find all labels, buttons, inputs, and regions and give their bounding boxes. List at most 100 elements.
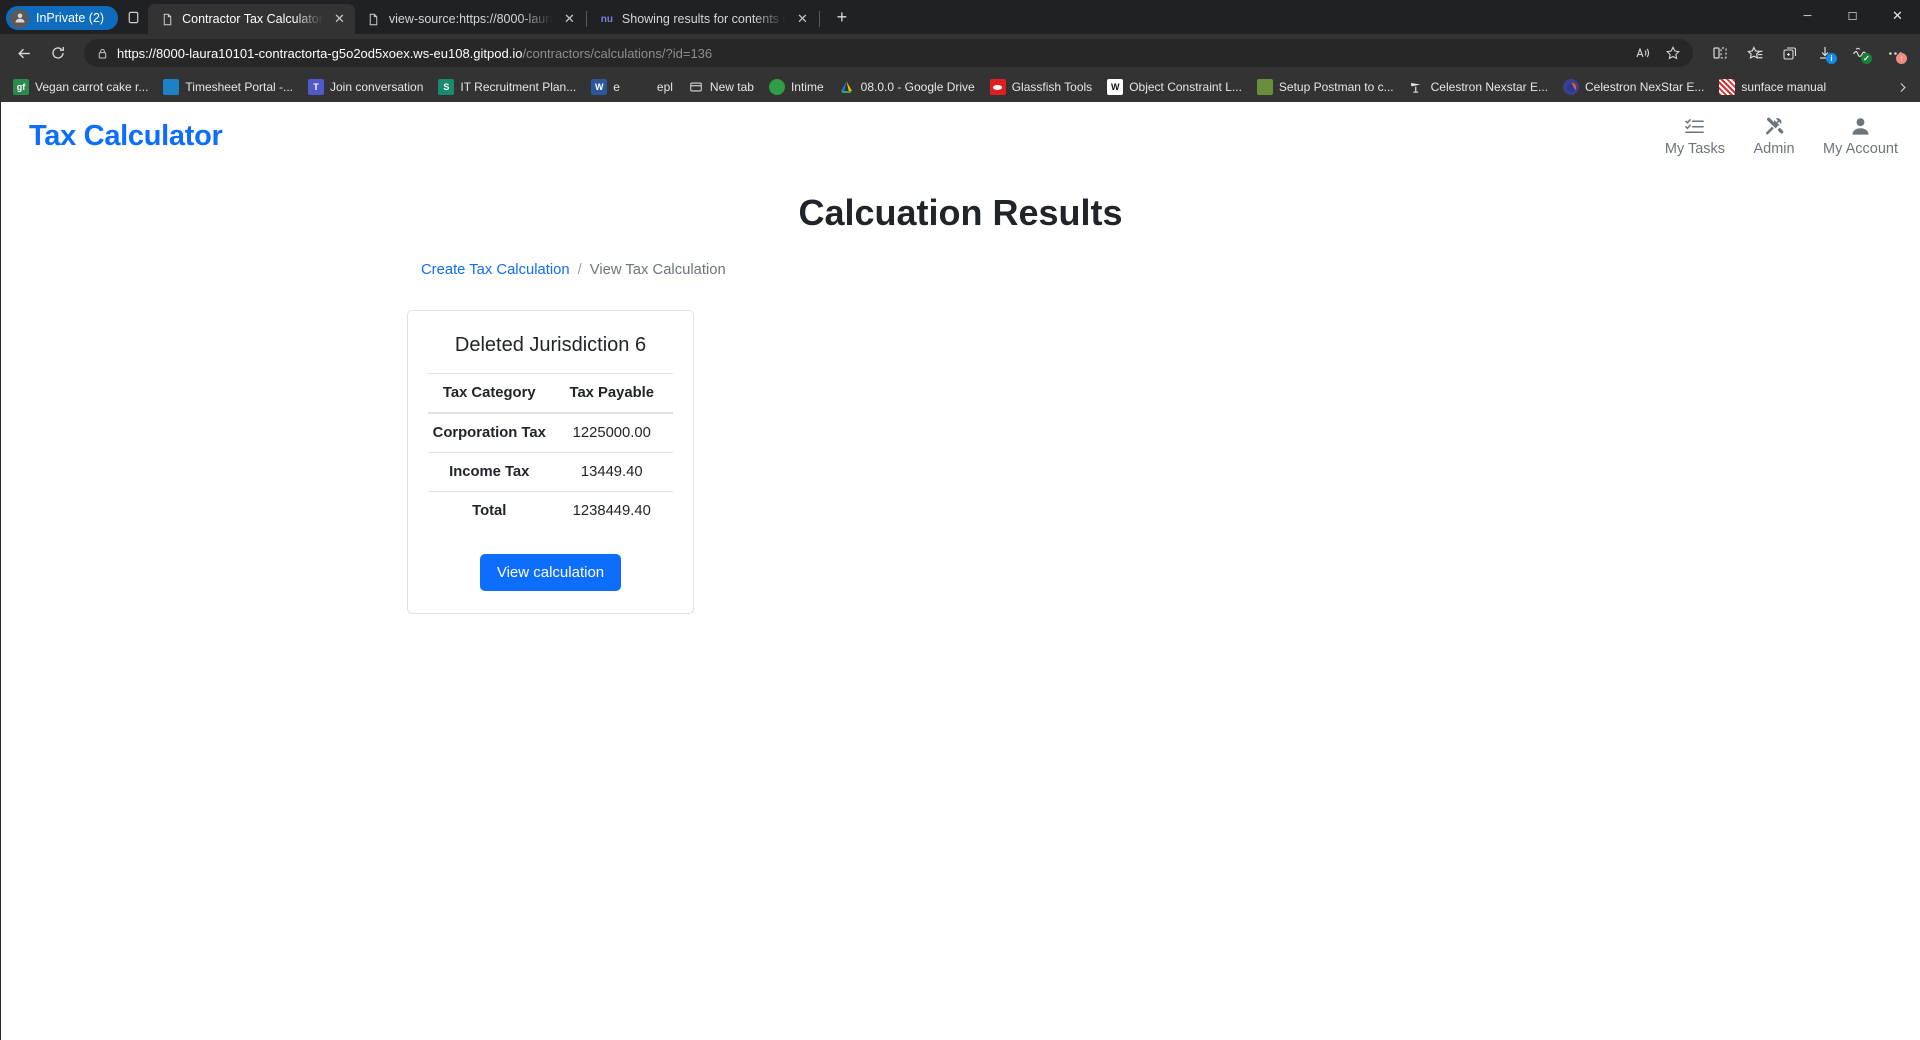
tab-divider [818,11,820,27]
settings-more-icon[interactable]: ↑ [1878,38,1912,68]
row-label: Corporation Tax [428,412,551,453]
close-icon[interactable]: ✕ [793,10,812,29]
bookmark-item[interactable]: gf Vegan carrot cake r... [6,75,155,99]
essentials-badge: ✓ [1861,53,1872,64]
bookmarks-bar: gf Vegan carrot cake r... Timesheet Port… [0,72,1920,102]
chevron-right-icon[interactable] [1890,75,1914,99]
minimize-button[interactable]: ─ [1785,0,1830,32]
bookmark-favicon: T [308,79,324,95]
downloads-badge: i [1826,53,1837,64]
bookmark-item[interactable]: Intime [762,75,831,99]
column-header-tax-category: Tax Category [428,373,551,414]
downloads-icon[interactable]: i [1808,38,1842,68]
table-row: Income Tax 13449.40 [428,452,673,492]
bookmark-favicon: S [438,79,455,95]
window-controls: ─ ☐ ✕ [1785,0,1920,34]
bookmark-label: IT Recruitment Plan... [460,80,577,94]
site-header: Tax Calculator My Tasks Admin My Account [1,102,1920,170]
tab-strip: InPrivate (2) Contractor Tax Calculator … [0,0,1920,34]
bookmark-label: Glassfish Tools [1011,80,1093,94]
bookmark-label: Timesheet Portal -... [185,80,293,94]
bookmark-item[interactable]: Celestron Nexstar E... [1402,75,1555,99]
nav-label: My Tasks [1664,140,1726,157]
breadcrumb-link-create-tax-calculation[interactable]: Create Tax Calculation [421,262,570,278]
url-path: /contractors/calculations/?id=136 [522,45,713,61]
bookmark-label: sunface manual [1741,80,1827,94]
bookmark-item[interactable]: T Join conversation [301,75,430,99]
bookmark-label: Vegan carrot cake r... [35,80,149,94]
nav-my-account[interactable]: My Account [1823,116,1898,157]
tab-title: Showing results for contents of te [621,12,786,26]
favorite-star-icon[interactable] [1659,41,1687,65]
collections-icon[interactable] [1773,38,1807,68]
browser-tab-0[interactable]: Contractor Tax Calculator ✕ [148,4,355,34]
task-list-icon [1684,116,1705,138]
view-calculation-button[interactable]: View calculation [479,554,622,591]
bookmark-item[interactable]: W Object Constraint L... [1100,75,1249,99]
nav-my-tasks[interactable]: My Tasks [1665,116,1725,157]
person-icon [10,8,29,28]
bookmark-label: New tab [709,80,754,94]
tools-icon [1764,116,1785,138]
card-title: Deleted Jurisdiction 6 [454,334,647,356]
bookmark-favicon: W [591,79,608,95]
tab-title: Contractor Tax Calculator [182,12,323,26]
tab-search-icon[interactable] [118,3,148,31]
browser-window: InPrivate (2) Contractor Tax Calculator … [0,0,1920,1040]
bookmark-favicon [1256,79,1273,95]
table-row: Corporation Tax 1225000.00 [428,412,673,453]
bookmark-item[interactable]: Timesheet Portal -... [156,75,300,99]
omnibox-actions [1629,41,1687,65]
bookmark-item[interactable]: Setup Postman to c... [1250,75,1401,99]
favorites-icon[interactable] [1738,38,1772,68]
inprivate-profile-pill[interactable]: InPrivate (2) [6,6,119,30]
close-icon[interactable]: ✕ [330,10,349,29]
calculation-result-card: Deleted Jurisdiction 6 Tax Category Tax … [407,310,694,614]
bookmark-item[interactable]: Celestron NexStar E... [1556,75,1711,99]
back-arrow-icon[interactable] [8,38,40,68]
browser-essentials-icon[interactable]: ✓ [1843,38,1877,68]
breadcrumb-current: View Tax Calculation [589,262,726,278]
row-value: 13449.40 [550,452,673,492]
split-screen-icon[interactable] [1703,38,1737,68]
refresh-icon[interactable] [42,38,74,68]
address-bar[interactable]: https://8000-laura10101-contractorta-g5o… [84,39,1693,67]
lock-icon[interactable] [96,47,109,60]
bookmark-label: Object Constraint L... [1129,80,1242,94]
bookmark-label: 08.0.0 - Google Drive [860,80,975,94]
new-tab-button[interactable]: + [827,3,857,31]
tab-divider [585,11,587,27]
bookmark-item[interactable]: New tab [681,75,761,99]
site-navigation: My Tasks Admin My Account [1665,116,1898,157]
close-icon[interactable]: ✕ [560,10,579,29]
bookmark-item[interactable]: S IT Recruitment Plan... [431,75,583,99]
bookmark-label: Join conversation [330,80,424,94]
bookmark-label: Setup Postman to c... [1278,80,1394,94]
bookmark-item[interactable]: W e [584,75,627,99]
brand-logo[interactable]: Tax Calculator [29,120,223,153]
browser-tab-1[interactable]: view-source:https://8000-laura10 ✕ [355,4,585,34]
close-window-button[interactable]: ✕ [1875,0,1920,32]
bookmark-favicon: gf [13,79,29,95]
nav-admin[interactable]: Admin [1745,116,1803,157]
bookmark-item[interactable]: sunface manual [1712,75,1833,99]
maximize-button[interactable]: ☐ [1830,0,1875,32]
bookmark-favicon [163,79,180,95]
bookmark-item[interactable]: 08.0.0 - Google Drive [832,75,982,99]
browser-toolbar-icons: i ✓ ↑ [1703,38,1912,68]
bookmark-favicon [1409,79,1425,95]
person-icon [1850,116,1871,138]
url-text: https://8000-laura10101-contractorta-g5o… [117,46,1621,61]
update-badge: ↑ [1896,53,1907,64]
bookmark-label: epl [656,80,673,94]
navigation-toolbar: https://8000-laura10101-contractorta-g5o… [0,34,1920,72]
read-aloud-icon[interactable] [1629,41,1657,65]
tax-breakdown-table: Tax Category Tax Payable Corporation Tax… [428,373,673,530]
browser-tab-2[interactable]: nu Showing results for contents of te ✕ [588,4,818,34]
nu-html-checker-icon: nu [600,13,614,25]
url-host: https://8000-laura10101-contractorta-g5o… [117,45,523,61]
bookmark-favicon [688,79,704,95]
table-header-row: Tax Category Tax Payable [428,373,673,414]
bookmark-item[interactable]: epl [628,75,680,99]
bookmark-item[interactable]: Glassfish Tools [983,75,1099,99]
